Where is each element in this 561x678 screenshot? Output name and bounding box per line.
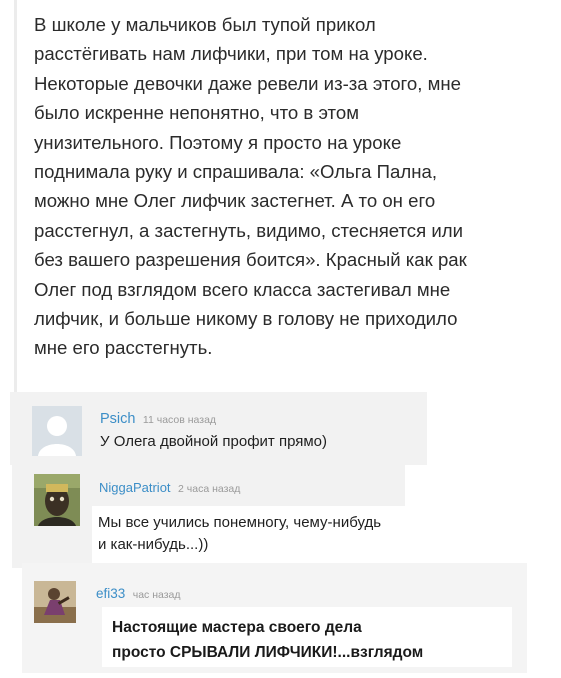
story-line: расстёгивать нам лифчики, при том на уро…: [34, 43, 428, 65]
comment-text: У Олега двойной профит прямо): [100, 432, 327, 452]
story-line: В школе у мальчиков был тупой прикол: [34, 14, 376, 35]
story-line: Некоторые девочки даже ревели из-за этог…: [34, 72, 461, 94]
story-line: Олег под взглядом всего класса застегива…: [34, 278, 451, 300]
comment-author[interactable]: NiggaPatriot: [99, 480, 171, 495]
comment-time: час назад: [132, 589, 181, 601]
story-line: было искренне непонятно, что в этом: [34, 102, 359, 124]
story-line: можно мне Олег лифчик застегнет. А то он…: [34, 190, 436, 212]
comment-meta: Psich 11 часов назад: [100, 410, 216, 428]
comment-text: Мы все учились понемногу, чему-нибудь и …: [98, 512, 381, 556]
quote-rule: [14, 0, 17, 392]
comment-line: и как-нибудь...)): [98, 536, 209, 553]
comment: Psich 11 часов назад У Олега двойной про…: [10, 392, 427, 465]
comment-meta: NiggaPatriot 2 часа назад: [99, 479, 240, 497]
comment-time: 11 часов назад: [142, 414, 217, 426]
story-text: В школе у мальчиков был тупой прикол рас…: [34, 10, 549, 363]
story-line: лифчик, и больше никому в голову не прих…: [34, 308, 458, 330]
comment: NiggaPatriot 2 часа назад Мы все учились…: [12, 464, 405, 568]
comment-author[interactable]: Psich: [100, 411, 135, 427]
comment-text: Настоящие мастера своего дела просто СРЫ…: [112, 615, 423, 665]
comment-meta: efi33 час назад: [96, 585, 181, 603]
comment-line: Мы все учились понемногу, чему-нибудь: [98, 514, 382, 531]
comment-author[interactable]: efi33: [96, 586, 125, 601]
comment-line: просто СРЫВАЛИ ЛИФЧИКИ!...взглядом: [112, 644, 424, 661]
default-user-avatar-icon[interactable]: [32, 406, 82, 456]
user-photo-avatar-icon[interactable]: [34, 581, 76, 623]
story-line: расстегнул, а застегнуть, видимо, стесня…: [34, 219, 463, 241]
story-line: унизительного. Поэтому я просто на уроке: [34, 131, 402, 153]
comment-time: 2 часа назад: [178, 483, 241, 495]
comment-line: Настоящие мастера своего дела: [112, 619, 362, 636]
comment-line: У Олега двойной профит прямо): [100, 433, 328, 450]
story-line: без вашего разрешения боится». Красный к…: [34, 249, 467, 271]
comment: efi33 час назад Настоящие мастера своего…: [22, 563, 527, 673]
story-line: мне его расстегнуть.: [34, 337, 213, 359]
user-photo-avatar-icon[interactable]: [34, 474, 80, 526]
story-line: поднимала руку и спрашивала: «Ольга Палн…: [34, 161, 437, 183]
